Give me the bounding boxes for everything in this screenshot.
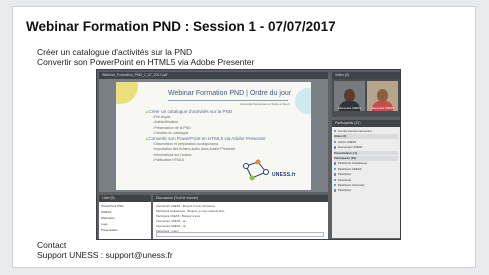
list-item[interactable]: UNESS bbox=[101, 210, 111, 214]
user-icon bbox=[334, 167, 337, 171]
participant-label: Admin UNESS bbox=[337, 139, 357, 144]
list-item[interactable]: Logo bbox=[101, 222, 108, 226]
participant-label: Participants (18) bbox=[334, 156, 356, 160]
slide-pane: Webinar_Formation_PND_1_07_2017.pdf Webi… bbox=[99, 72, 328, 192]
user-icon bbox=[334, 189, 337, 192]
list-item[interactable]: Présentation bbox=[101, 228, 118, 232]
chat-pane: Discussion (Tout le monde) Intervenant U… bbox=[153, 195, 328, 239]
participant-group[interactable]: Présentateurs (1) bbox=[334, 150, 398, 156]
user-icon bbox=[334, 140, 337, 144]
user-icon bbox=[334, 146, 337, 149]
webcam-name: Intervenant UNESS bbox=[371, 107, 394, 110]
connect-screenshot: Webinar_Formation_PND_1_07_2017.pdf Webi… bbox=[96, 69, 401, 240]
participant-label: Participant bbox=[337, 188, 352, 193]
subtitle-line-2: Convertir son PowerPoint en HTML5 via Ad… bbox=[37, 57, 255, 67]
participant-row[interactable]: Participant bbox=[334, 188, 398, 193]
participant-row[interactable]: Participant Université bbox=[334, 183, 398, 188]
participant-row[interactable]: Intervenant UNESS bbox=[334, 145, 398, 150]
agenda-list: Créer un catalogue d'activités sur la PN… bbox=[146, 109, 296, 163]
user-icon bbox=[334, 178, 337, 182]
participant-label: Participant Guadeloupe bbox=[337, 161, 368, 166]
participant-row[interactable]: Participant bbox=[334, 178, 398, 183]
participant-label: Présentateurs (1) bbox=[334, 150, 357, 155]
contact-block: Contact Support UNESS : support@uness.fr bbox=[37, 240, 173, 260]
user-icon bbox=[334, 162, 337, 165]
participant-label: Intervenant UNESS bbox=[337, 145, 363, 150]
subtitle-line-1: Créer un catalogue d'activités sur la PN… bbox=[37, 47, 193, 57]
support-email[interactable]: Support UNESS : support@uness.fr bbox=[37, 250, 173, 260]
chat-pane-title: Discussion (Tout le monde) bbox=[153, 195, 328, 202]
participant-row[interactable]: Participant Guadeloupe bbox=[334, 161, 398, 166]
participant-group[interactable]: Participants (18) bbox=[334, 156, 398, 161]
chat-message: Participant UNESS : Bonjour à tous bbox=[156, 214, 200, 218]
webcam-feed: Intervenant UNESS bbox=[334, 81, 365, 111]
chat-message: Intervenant UNESS : Bonjour à tous, bien… bbox=[156, 204, 216, 208]
list-item[interactable]: PowerPoint PND bbox=[101, 204, 124, 208]
participant-row[interactable]: Admin UNESS bbox=[334, 140, 398, 145]
webinar-card: Webinar Formation PND : Session 1 - 07/0… bbox=[12, 6, 476, 268]
user-icon bbox=[334, 173, 337, 176]
slide-title: Webinar Formation PND | Ordre du jour bbox=[168, 90, 292, 97]
slide-pane-title: Webinar_Formation_PND_1_07_2017.pdf bbox=[99, 72, 328, 79]
participant-row[interactable]: Participant UNESS bbox=[334, 167, 398, 172]
list-item[interactable]: Webinaire bbox=[101, 216, 114, 220]
list-pane-title: Liste (5) bbox=[99, 195, 151, 202]
video-pane-title: Vidéo (2) bbox=[332, 72, 400, 79]
webcam-feed: Intervenant UNESS bbox=[367, 81, 398, 111]
slide-divider bbox=[168, 100, 288, 101]
chat-message: Participant Guadeloupe : Bonjour, je vou… bbox=[156, 209, 225, 213]
chat-message: Intervenant UNESS : ok bbox=[156, 219, 186, 223]
presentation-slide: Webinar Formation PND | Ordre du jour Un… bbox=[116, 82, 311, 190]
participants-pane-title: Participants (22) bbox=[332, 120, 400, 127]
decor-circle-yellow bbox=[116, 82, 138, 104]
participant-label: Participant bbox=[337, 177, 352, 182]
participant-label: Participant bbox=[337, 172, 352, 177]
participant-label: Hôtes (2) bbox=[334, 134, 346, 139]
list-pane: Liste (5) PowerPoint PND UNESS Webinaire… bbox=[99, 195, 151, 239]
logo-text: UNESS.fr bbox=[272, 172, 296, 178]
participants-pane: Participants (22) Annuler l'accès Interv… bbox=[332, 120, 400, 238]
participant-row[interactable]: Participant bbox=[334, 172, 398, 177]
webcam-name: Intervenant UNESS bbox=[338, 107, 361, 110]
slide-subtitle: Université Numérique en Santé et Sport bbox=[240, 102, 290, 106]
page-title: Webinar Formation PND : Session 1 - 07/0… bbox=[26, 19, 336, 34]
participant-label: Annuler l'accès Intervenant bbox=[337, 129, 372, 133]
chat-input[interactable] bbox=[156, 232, 324, 237]
chat-message: Intervenant UNESS : ok bbox=[156, 224, 186, 228]
user-icon bbox=[334, 184, 337, 187]
video-pane: Vidéo (2) Intervenant UNESS Intervenant … bbox=[332, 72, 400, 117]
decor-circle-blue bbox=[295, 88, 311, 114]
participant-row[interactable]: Annuler l'accès Intervenant bbox=[334, 129, 398, 134]
participant-group[interactable]: Hôtes (2) bbox=[334, 134, 398, 139]
user-icon bbox=[334, 130, 337, 133]
participant-label: Participant UNESS bbox=[337, 166, 362, 171]
participant-label: Participant Université bbox=[337, 183, 365, 187]
contact-label: Contact bbox=[37, 240, 67, 250]
